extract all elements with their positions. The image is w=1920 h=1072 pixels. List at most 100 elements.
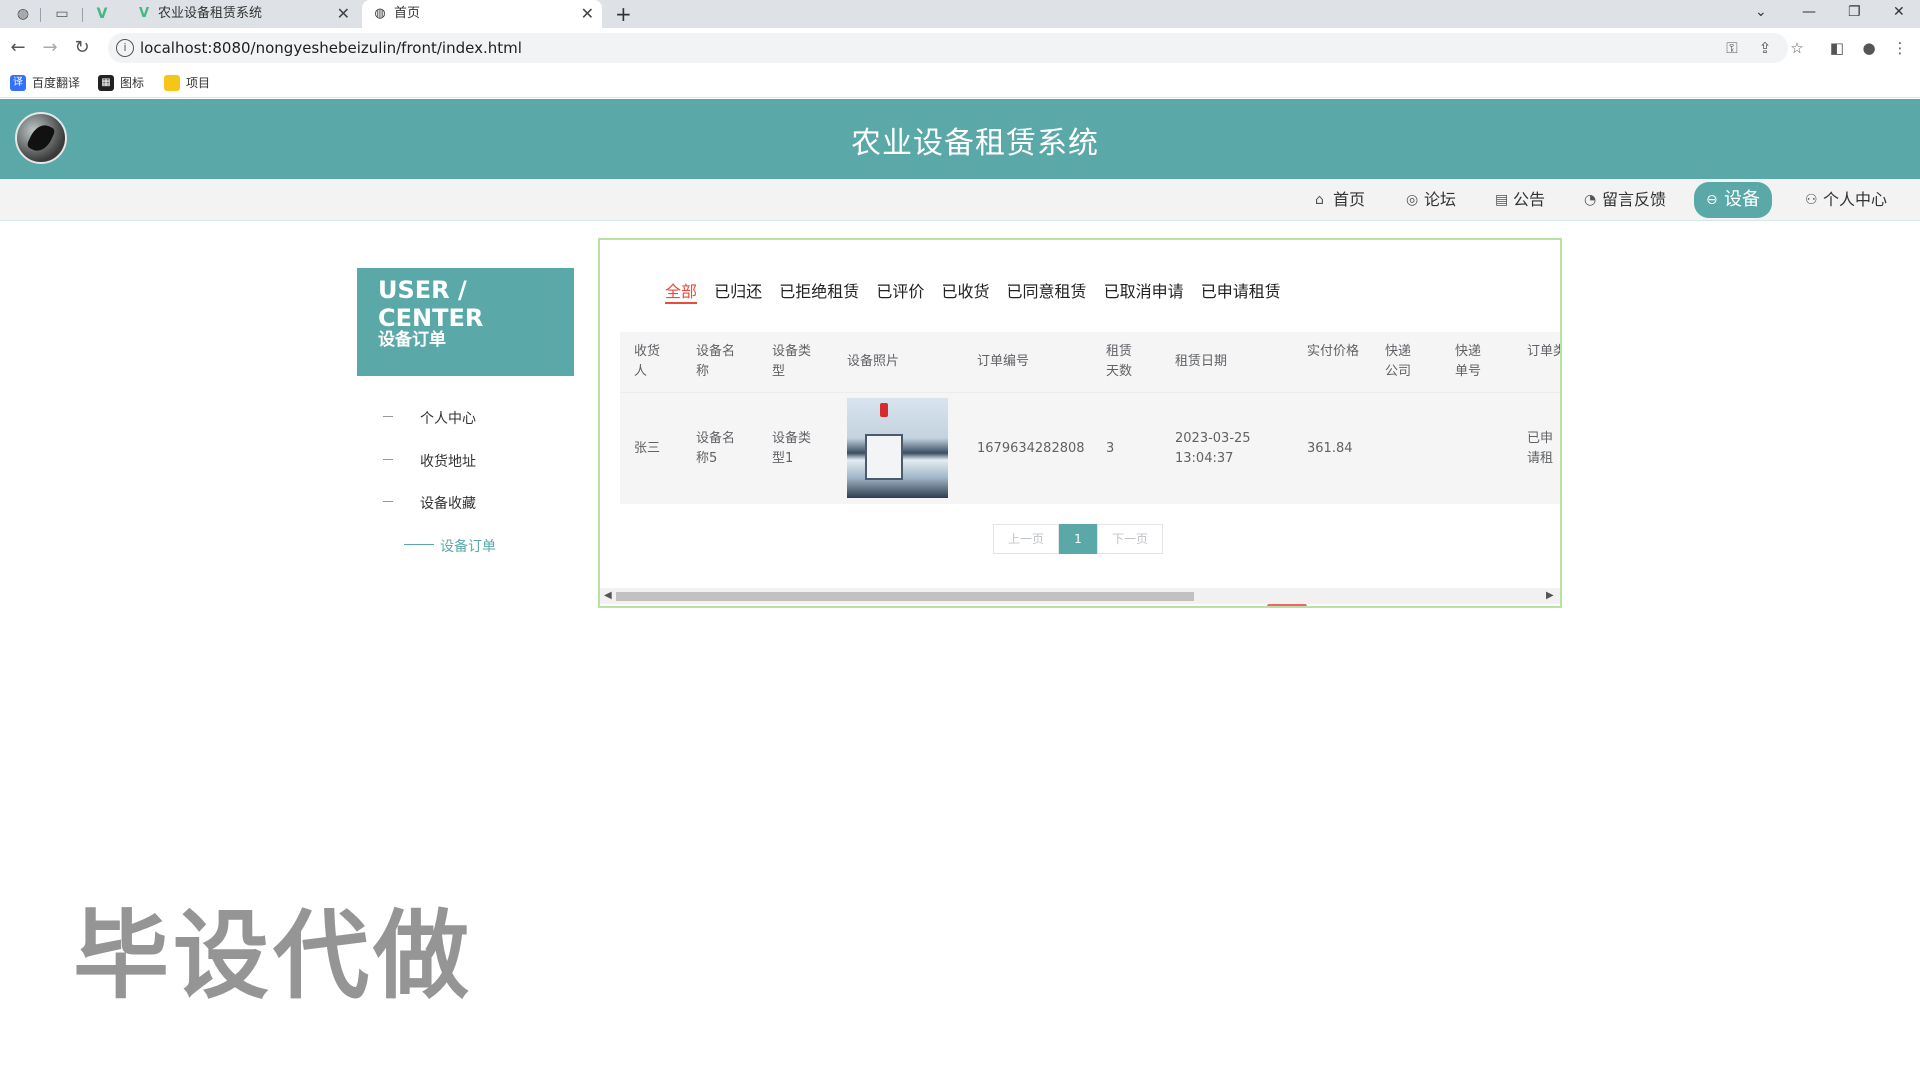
dash-marker (383, 501, 393, 502)
tab-title: 农业设备租赁系统 (158, 6, 263, 21)
user-icon: ⚇ (1805, 192, 1818, 208)
back-icon[interactable]: ← (6, 36, 30, 60)
user-center-header: USER / CENTER 设备订单 (357, 268, 574, 376)
cell-order-type: 已申请租赁 (1527, 431, 1554, 466)
scroll-left-icon[interactable]: ◀ (604, 590, 612, 601)
translate-icon: 译 (10, 75, 26, 91)
vue-icon[interactable]: V (92, 4, 112, 24)
image-icon: ▦ (98, 75, 114, 91)
main-nav: ⌂ 首页 ◎ 论坛 ▤ 公告 ◔ 留言反馈 ⊖ 设备 ⚇ 个人中心 (0, 179, 1920, 221)
bookmark-item[interactable]: 译 百度翻译 (10, 74, 80, 92)
menu-icon[interactable]: ⋮ (1888, 36, 1912, 60)
restore-icon[interactable]: ❐ (1848, 0, 1861, 28)
next-page-button[interactable]: 下一页 (1097, 524, 1163, 554)
dash-marker (404, 544, 434, 545)
key-icon[interactable]: ⚿ (1720, 36, 1744, 60)
filter-tab-rejected[interactable]: 已拒绝租赁 (779, 282, 859, 302)
col-order-no: 订单编号 (977, 354, 1030, 369)
page-button-current[interactable]: 1 (1059, 524, 1097, 554)
bookmark-item[interactable]: 项目 (164, 74, 210, 92)
home-icon: ⌂ (1315, 192, 1324, 208)
col-price: 实付价格 (1307, 344, 1360, 359)
sidebar-item-address[interactable]: 收货地址 (383, 451, 476, 471)
scroll-right-icon[interactable]: ▶ (1546, 590, 1554, 601)
nav-item-home[interactable]: ⌂ 首页 (1315, 185, 1365, 215)
filter-tab-approved[interactable]: 已同意租赁 (1007, 282, 1087, 302)
globe-icon: ◍ (374, 6, 386, 21)
site-title: 农业设备租赁系统 (851, 126, 1099, 161)
section-title: 设备订单 (378, 330, 446, 350)
sidebar-label: 个人中心 (420, 411, 476, 427)
site-info-icon[interactable]: i (116, 39, 134, 57)
col-days: 租赁天数 (1106, 344, 1133, 379)
tab-search-icon[interactable]: ⌄ (1755, 0, 1767, 28)
sidebar-item-orders[interactable]: 设备订单 (404, 536, 496, 556)
nav-item-equipment[interactable]: ⊖ 设备 (1694, 182, 1772, 218)
tab-title: 首页 (394, 6, 421, 21)
sidebar-item-favorites[interactable]: 设备收藏 (383, 493, 476, 513)
globe-icon: ◎ (1406, 192, 1419, 208)
nav-item-notice[interactable]: ▤ 公告 (1495, 185, 1545, 215)
profile-icon[interactable]: ● (1857, 36, 1881, 60)
reload-icon[interactable]: ↻ (70, 36, 94, 60)
nav-label: 设备 (1724, 189, 1760, 210)
blank-page-icon[interactable]: ▭ (52, 4, 72, 24)
filter-tab-applied[interactable]: 已申请租赁 (1201, 282, 1281, 302)
tab-separator (82, 8, 83, 22)
filter-tab-reviewed[interactable]: 已评价 (876, 282, 924, 302)
window-close-icon[interactable]: ✕ (1893, 0, 1905, 28)
equipment-icon: ⊖ (1706, 192, 1718, 208)
dash-marker (383, 416, 393, 417)
close-icon[interactable]: ✕ (337, 0, 350, 28)
browser-tab[interactable]: V 农业设备租赁系统 ✕ (126, 0, 358, 28)
prev-page-button[interactable]: 上一页 (993, 524, 1059, 554)
browser-toolbar: ← → ↻ i localhost:8080/nongyeshebeizulin… (0, 28, 1920, 68)
dash-marker (383, 459, 393, 460)
nav-item-forum[interactable]: ◎ 论坛 (1406, 185, 1456, 215)
col-tracking: 快递单号 (1455, 344, 1482, 379)
bookmark-label: 百度翻译 (32, 76, 81, 90)
new-tab-button[interactable]: + (615, 0, 632, 28)
col-courier: 快递公司 (1385, 344, 1412, 379)
scrollbar-thumb[interactable] (616, 592, 1194, 601)
col-receiver: 收货人 (634, 344, 661, 379)
bookmark-item[interactable]: ▦ 图标 (98, 74, 144, 92)
bookmark-label: 项目 (186, 76, 211, 90)
device-photo[interactable] (847, 398, 948, 498)
nav-label: 论坛 (1424, 190, 1457, 209)
browser-tab-active[interactable]: ◍ 首页 ✕ (362, 0, 602, 28)
filter-tab-cancelled[interactable]: 已取消申请 (1104, 282, 1184, 302)
tab-separator (40, 8, 41, 22)
sidebar-item-user-center[interactable]: 个人中心 (383, 408, 476, 428)
filter-tab-all[interactable]: 全部 (665, 282, 698, 304)
calendar-icon: ▤ (1495, 192, 1509, 208)
address-bar[interactable]: i localhost:8080/nongyeshebeizulin/front… (108, 33, 1788, 63)
col-device-name: 设备名称 (696, 344, 736, 379)
vue-icon: V (138, 6, 150, 21)
sidebar-label: 设备收藏 (420, 496, 476, 512)
nav-item-feedback[interactable]: ◔ 留言反馈 (1584, 185, 1666, 215)
bookmarks-bar: 译 百度翻译 ▦ 图标 项目 (0, 68, 1920, 98)
cell-device-name: 设备名称5 (696, 431, 736, 466)
minimize-icon[interactable]: — (1802, 0, 1816, 28)
cell-days: 3 (1106, 441, 1115, 456)
cell-price: 361.84 (1307, 441, 1353, 456)
share-icon[interactable]: ⇪ (1753, 36, 1777, 60)
cell-receiver: 张三 (634, 441, 661, 456)
sidepanel-icon[interactable]: ◧ (1825, 36, 1849, 60)
site-header: 农业设备租赁系统 (0, 99, 1920, 179)
nav-item-user-center[interactable]: ⚇ 个人中心 (1805, 185, 1887, 215)
col-device-type: 设备类型 (772, 344, 812, 379)
order-filter-tabs: 全部 已归还 已拒绝租赁 已评价 已收货 已同意租赁 已取消申请 已申请租赁 (665, 282, 1293, 304)
table-row[interactable]: 张三 设备名称5 设备类型1 1679634282808 3 2023-03-2… (620, 392, 1560, 606)
watermark-text: 毕设代做 (73, 900, 473, 1012)
globe-icon[interactable]: ◍ (13, 4, 33, 24)
filter-tab-received[interactable]: 已收货 (941, 282, 989, 302)
bookmark-label: 图标 (120, 76, 145, 90)
nav-label: 留言反馈 (1602, 190, 1667, 209)
filter-tab-returned[interactable]: 已归还 (714, 282, 762, 302)
close-icon[interactable]: ✕ (581, 0, 594, 28)
horizontal-scrollbar[interactable]: ◀ ▶ (600, 588, 1560, 604)
forward-icon[interactable]: → (38, 36, 62, 60)
star-icon[interactable]: ☆ (1785, 36, 1809, 60)
